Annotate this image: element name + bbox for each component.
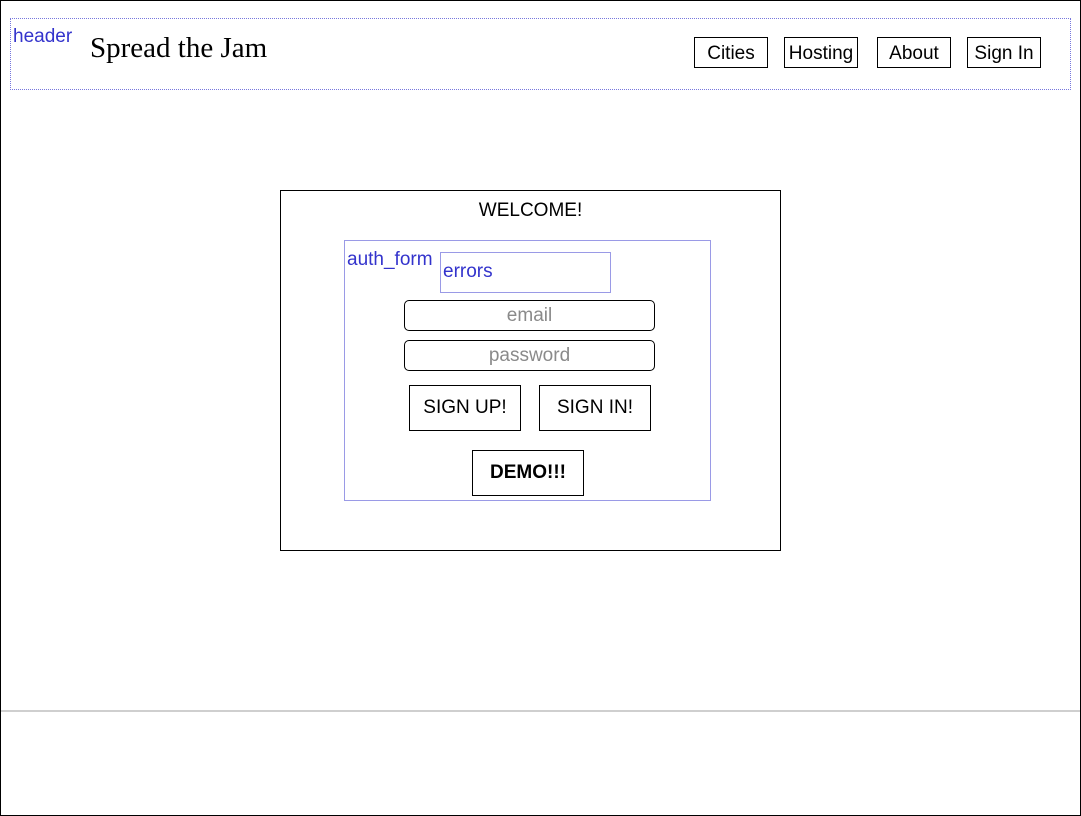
auth-form: auth_form errors SIGN UP! SIGN IN! DEMO!… <box>344 240 711 501</box>
sign-up-button[interactable]: SIGN UP! <box>409 385 521 431</box>
sign-in-button[interactable]: SIGN IN! <box>539 385 651 431</box>
site-title[interactable]: Spread the Jam <box>90 32 267 65</box>
password-input[interactable] <box>404 340 655 371</box>
site-header: header Spread the Jam Cities Hosting Abo… <box>10 18 1071 90</box>
email-input[interactable] <box>404 300 655 331</box>
header-debug-label: header <box>13 26 73 47</box>
auth-form-debug-label: auth_form <box>347 249 433 270</box>
nav-sign-in-button[interactable]: Sign In <box>967 37 1041 68</box>
errors-box: errors <box>440 252 611 293</box>
demo-button[interactable]: DEMO!!! <box>472 450 584 496</box>
welcome-title: WELCOME! <box>478 200 583 221</box>
footer-divider <box>1 710 1080 712</box>
nav-cities-button[interactable]: Cities <box>694 37 768 68</box>
nav-about-button[interactable]: About <box>877 37 951 68</box>
welcome-panel: WELCOME! auth_form errors SIGN UP! SIGN … <box>280 190 781 551</box>
nav-hosting-button[interactable]: Hosting <box>784 37 858 68</box>
errors-debug-label: errors <box>443 261 493 282</box>
